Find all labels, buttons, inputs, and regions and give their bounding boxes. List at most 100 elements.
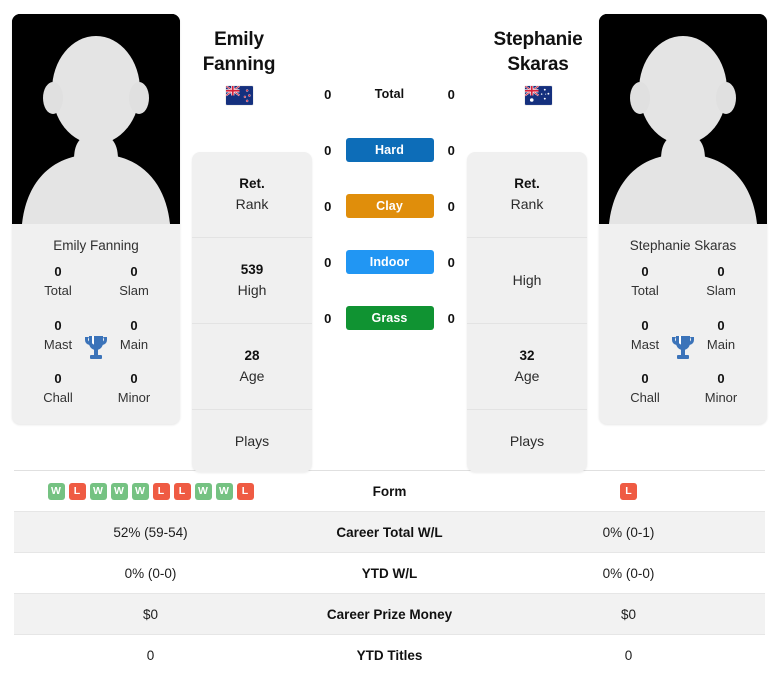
- table-row: 0% (0-0) YTD W/L 0% (0-0): [14, 552, 765, 594]
- info-high-right: High: [467, 238, 587, 324]
- form-badge-loss[interactable]: L: [152, 482, 170, 500]
- stat-row-label: YTD W/L: [287, 552, 492, 594]
- age-label-left: Age: [239, 368, 265, 385]
- age-label-right: Age: [514, 368, 540, 385]
- player-first-name-right: Stephanie: [493, 29, 583, 50]
- surface-badge-clay: Clay: [345, 194, 434, 218]
- stat-row-label: Career Prize Money: [287, 593, 492, 635]
- surface-badge-grass: Grass: [345, 306, 434, 330]
- player-last-name-left: Fanning: [202, 53, 276, 75]
- player-photo-left: [12, 14, 180, 224]
- info-age-left: 28 Age: [192, 324, 312, 410]
- player-info-column-left: Ret. Rank 539 High 28 Age Plays: [192, 152, 312, 472]
- age-value-left: 28: [244, 347, 260, 363]
- form-badge-win[interactable]: W: [194, 482, 212, 500]
- form-badge-loss[interactable]: L: [173, 482, 191, 500]
- titles-grid-right: 0 Total 0 Slam 0 Mast 0 Main 0 Chall 0 M…: [599, 263, 767, 424]
- player-name-right: Stephanie Skaras: [629, 238, 737, 253]
- stat-value-left: 0% (0-0): [14, 552, 287, 594]
- table-row: 0 YTD Titles 0: [14, 634, 765, 676]
- plays-label-right: Plays: [509, 432, 545, 449]
- titles-main-label-left: Main: [119, 336, 149, 352]
- form-badge-win[interactable]: W: [89, 482, 107, 500]
- stat-value-right: $0: [492, 593, 765, 635]
- titles-mast-label-right: Mast: [630, 336, 660, 352]
- age-value-right: 32: [519, 347, 535, 363]
- high-value-left: 539: [240, 261, 264, 277]
- titles-chall-value-left: 0: [54, 371, 62, 387]
- surface-count-left-indoor: 0: [324, 254, 332, 270]
- surface-badge-total: Total: [374, 87, 405, 101]
- surface-count-left-clay: 0: [324, 198, 332, 214]
- titles-mast-label-left: Mast: [43, 336, 73, 352]
- player-comparison-page: Emily Fanning 0 Total 0 Slam 0 Mast 0 Ma…: [0, 0, 779, 699]
- titles-total-label-right: Total: [631, 282, 659, 298]
- surface-count-left-hard: 0: [324, 142, 332, 158]
- stat-value-left: 52% (59-54): [14, 511, 287, 553]
- rank-value-left: Ret.: [239, 175, 265, 191]
- titles-chall-label-left: Chall: [43, 390, 73, 406]
- high-label-right: High: [512, 272, 542, 288]
- form-badge-loss[interactable]: L: [68, 482, 86, 500]
- surface-row-grass: 0 Grass 0: [312, 290, 467, 346]
- surface-count-right-clay: 0: [447, 198, 455, 214]
- titles-grid-left: 0 Total 0 Slam 0 Mast 0 Main 0 Chall 0 M…: [12, 263, 180, 424]
- titles-total-right: 0 Total: [607, 263, 683, 301]
- titles-mast-left: 0 Mast: [20, 317, 96, 355]
- titles-slam-right: 0 Slam: [683, 263, 759, 301]
- surface-row-clay: 0 Clay 0: [312, 178, 467, 234]
- surface-row-total: 0 Total 0: [312, 66, 467, 122]
- form-badge-win[interactable]: W: [47, 482, 65, 500]
- plays-label-left: Plays: [234, 432, 270, 449]
- titles-total-value-right: 0: [641, 264, 649, 279]
- info-rank-left: Ret. Rank: [192, 152, 312, 238]
- titles-main-label-right: Main: [706, 336, 736, 352]
- titles-minor-label-right: Minor: [704, 390, 738, 406]
- player-card-right[interactable]: Stephanie Skaras 0 Total 0 Slam 0 Mast 0…: [599, 14, 767, 425]
- titles-chall-left: 0 Chall: [20, 370, 96, 408]
- titles-main-value-right: 0: [717, 317, 725, 333]
- player-name-left: Emily Fanning: [53, 238, 139, 253]
- titles-chall-label-right: Chall: [630, 390, 660, 406]
- titles-minor-right: 0 Minor: [683, 370, 759, 408]
- titles-chall-value-right: 0: [641, 371, 649, 387]
- titles-slam-label-left: Slam: [119, 282, 149, 298]
- surface-count-right-indoor: 0: [447, 254, 455, 270]
- titles-slam-value-left: 0: [130, 264, 138, 279]
- high-label-left: High: [237, 282, 267, 299]
- form-cell-right: L: [492, 470, 765, 512]
- comparison-stat-table: W L W W W L L W W L Form L 52% (59-54) Career Total W…: [14, 470, 765, 676]
- surface-count-right-grass: 0: [447, 310, 455, 326]
- stat-value-left: 0: [14, 634, 287, 676]
- info-high-left: 539 High: [192, 238, 312, 324]
- stat-value-left: $0: [14, 593, 287, 635]
- form-cell-left: WLWWWLLWWL: [14, 470, 287, 512]
- form-badge-loss[interactable]: L: [620, 482, 637, 500]
- form-badge-win[interactable]: W: [215, 482, 233, 500]
- titles-mast-value-right: 0: [641, 317, 649, 333]
- titles-total-left: 0 Total: [20, 263, 96, 301]
- table-row: $0 Career Prize Money $0: [14, 593, 765, 635]
- player-photo-right: [599, 14, 767, 224]
- surface-count-right-total: 0: [447, 86, 455, 102]
- table-row: 52% (59-54) Career Total W/L 0% (0-1): [14, 511, 765, 553]
- form-badge-win[interactable]: W: [110, 482, 128, 500]
- titles-minor-left: 0 Minor: [96, 370, 172, 408]
- surface-count-right-hard: 0: [447, 142, 455, 158]
- surface-count-left-grass: 0: [324, 310, 332, 326]
- titles-main-value-left: 0: [130, 317, 138, 333]
- titles-slam-label-right: Slam: [706, 282, 736, 298]
- titles-minor-value-left: 0: [130, 371, 138, 387]
- titles-chall-right: 0 Chall: [607, 370, 683, 408]
- titles-slam-left: 0 Slam: [96, 263, 172, 301]
- stat-value-right: 0: [492, 634, 765, 676]
- player-card-left[interactable]: Emily Fanning 0 Total 0 Slam 0 Mast 0 Ma…: [12, 14, 180, 425]
- form-badge-loss[interactable]: L: [236, 482, 254, 500]
- rank-value-right: Ret.: [514, 175, 540, 191]
- new-zealand-flag-icon: [225, 86, 253, 106]
- info-rank-right: Ret. Rank: [467, 152, 587, 238]
- surface-row-indoor: 0 Indoor 0: [312, 234, 467, 290]
- australia-flag-icon: [524, 86, 552, 106]
- titles-minor-label-left: Minor: [117, 390, 151, 406]
- form-badge-win[interactable]: W: [131, 482, 149, 500]
